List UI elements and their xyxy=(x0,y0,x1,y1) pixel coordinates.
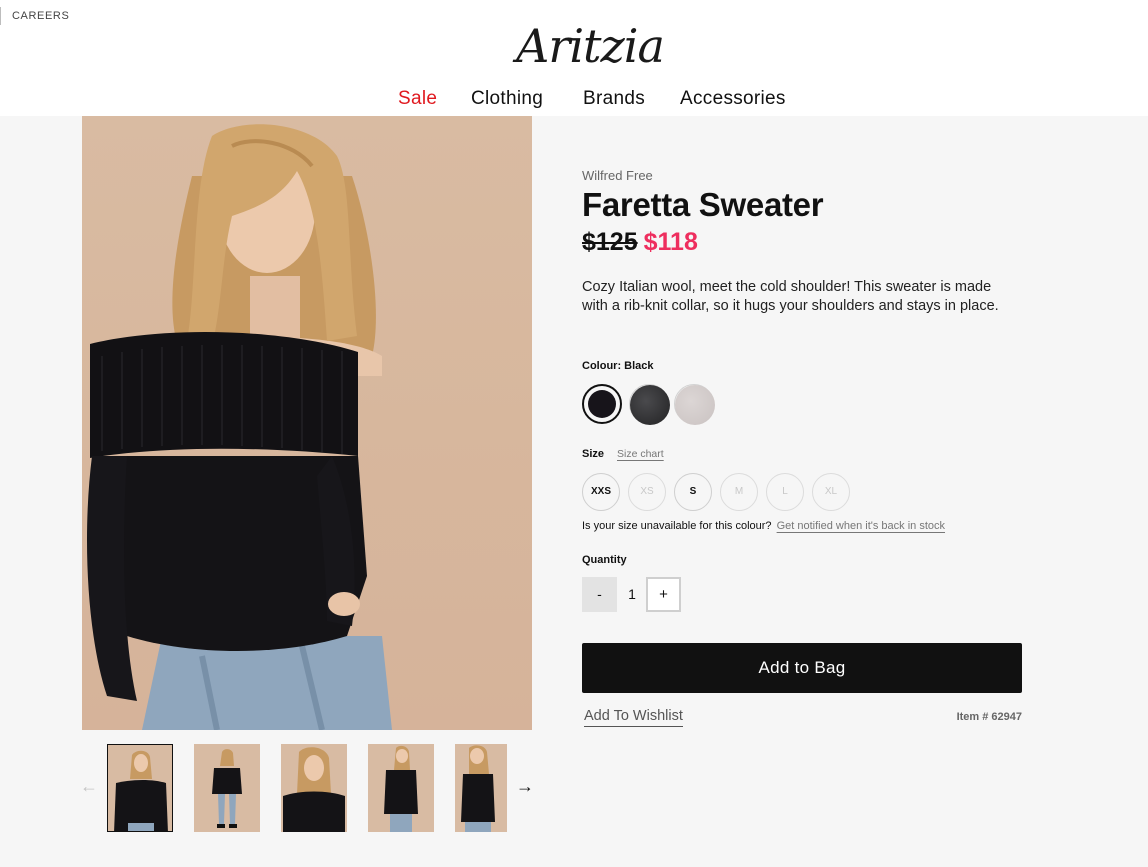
thumbnail-gallery: ← → xyxy=(80,742,540,834)
colour-swatch-black[interactable] xyxy=(582,384,622,424)
quantity-label: Quantity xyxy=(582,554,627,566)
size-option-l[interactable]: L xyxy=(766,473,804,511)
thumbnail-image xyxy=(108,745,172,831)
thumbnail-side-view[interactable] xyxy=(368,744,434,832)
site-header: CAREERS Aritzia Sale Clothing Brands Acc… xyxy=(0,0,1148,116)
nav-brands[interactable]: Brands xyxy=(583,85,645,113)
product-main-image[interactable] xyxy=(82,116,532,730)
quantity-value[interactable]: 1 xyxy=(617,577,647,612)
swatch-fill xyxy=(675,385,715,425)
quantity-increase-button[interactable]: + xyxy=(646,577,681,612)
main-nav: Sale Clothing Brands Accessories xyxy=(0,85,1148,113)
thumbnail-image xyxy=(194,744,260,832)
size-chart-link[interactable]: Size chart xyxy=(617,448,664,460)
product-brand[interactable]: Wilfred Free xyxy=(582,168,653,183)
thumbnail-image xyxy=(281,744,347,832)
thumbnail-full-length-view[interactable] xyxy=(194,744,260,832)
swatch-fill xyxy=(630,385,670,425)
careers-link[interactable]: CAREERS xyxy=(0,7,69,25)
model-photo xyxy=(87,124,392,730)
thumbnail-close-up-view[interactable] xyxy=(281,744,347,832)
size-option-xs[interactable]: XS xyxy=(628,473,666,511)
aritzia-logo[interactable]: Aritzia xyxy=(490,16,690,76)
size-option-xxs[interactable]: XXS xyxy=(582,473,620,511)
original-price: $125 xyxy=(582,228,638,256)
notify-back-in-stock-link[interactable]: Get notified when it's back in stock xyxy=(777,520,945,532)
thumbnail-front-view[interactable] xyxy=(107,744,173,832)
size-option-s[interactable]: S xyxy=(674,473,712,511)
size-option-m[interactable]: M xyxy=(720,473,758,511)
sale-price: $118 xyxy=(643,228,698,256)
size-label: Size xyxy=(582,448,605,460)
thumbnail-back-view[interactable] xyxy=(455,744,507,832)
nav-clothing[interactable]: Clothing xyxy=(471,85,543,113)
selected-colour-name: Black xyxy=(624,360,654,372)
prev-arrow-icon[interactable]: ← xyxy=(80,776,98,796)
size-unavailable-notice: Is your size unavailable for this colour… xyxy=(582,520,945,532)
item-number: Item # 62947 xyxy=(956,711,1022,723)
product-description: Cozy Italian wool, meet the cold shoulde… xyxy=(582,279,999,314)
colour-swatch-charcoal[interactable] xyxy=(629,384,670,425)
thumbnail-image xyxy=(455,744,507,832)
product-price: $125 $118 xyxy=(582,228,698,257)
swatch-fill xyxy=(588,390,616,418)
colour-swatch-heather-grey[interactable] xyxy=(674,384,715,425)
thumbnail-image xyxy=(368,744,434,832)
colour-label: Colour: Black xyxy=(582,360,654,372)
add-to-wishlist-link[interactable]: Add To Wishlist xyxy=(584,708,683,727)
unavailable-text: Is your size unavailable for this colour… xyxy=(582,520,772,532)
product-title: Faretta Sweater xyxy=(582,186,824,223)
add-to-bag-button[interactable]: Add to Bag xyxy=(582,643,1022,693)
colour-label-text: Colour: xyxy=(582,360,622,372)
quantity-decrease-button[interactable]: - xyxy=(582,577,617,612)
nav-accessories[interactable]: Accessories xyxy=(680,85,786,113)
nav-sale[interactable]: Sale xyxy=(398,85,437,113)
next-arrow-icon[interactable]: → xyxy=(516,776,534,796)
size-option-xl[interactable]: XL xyxy=(812,473,850,511)
